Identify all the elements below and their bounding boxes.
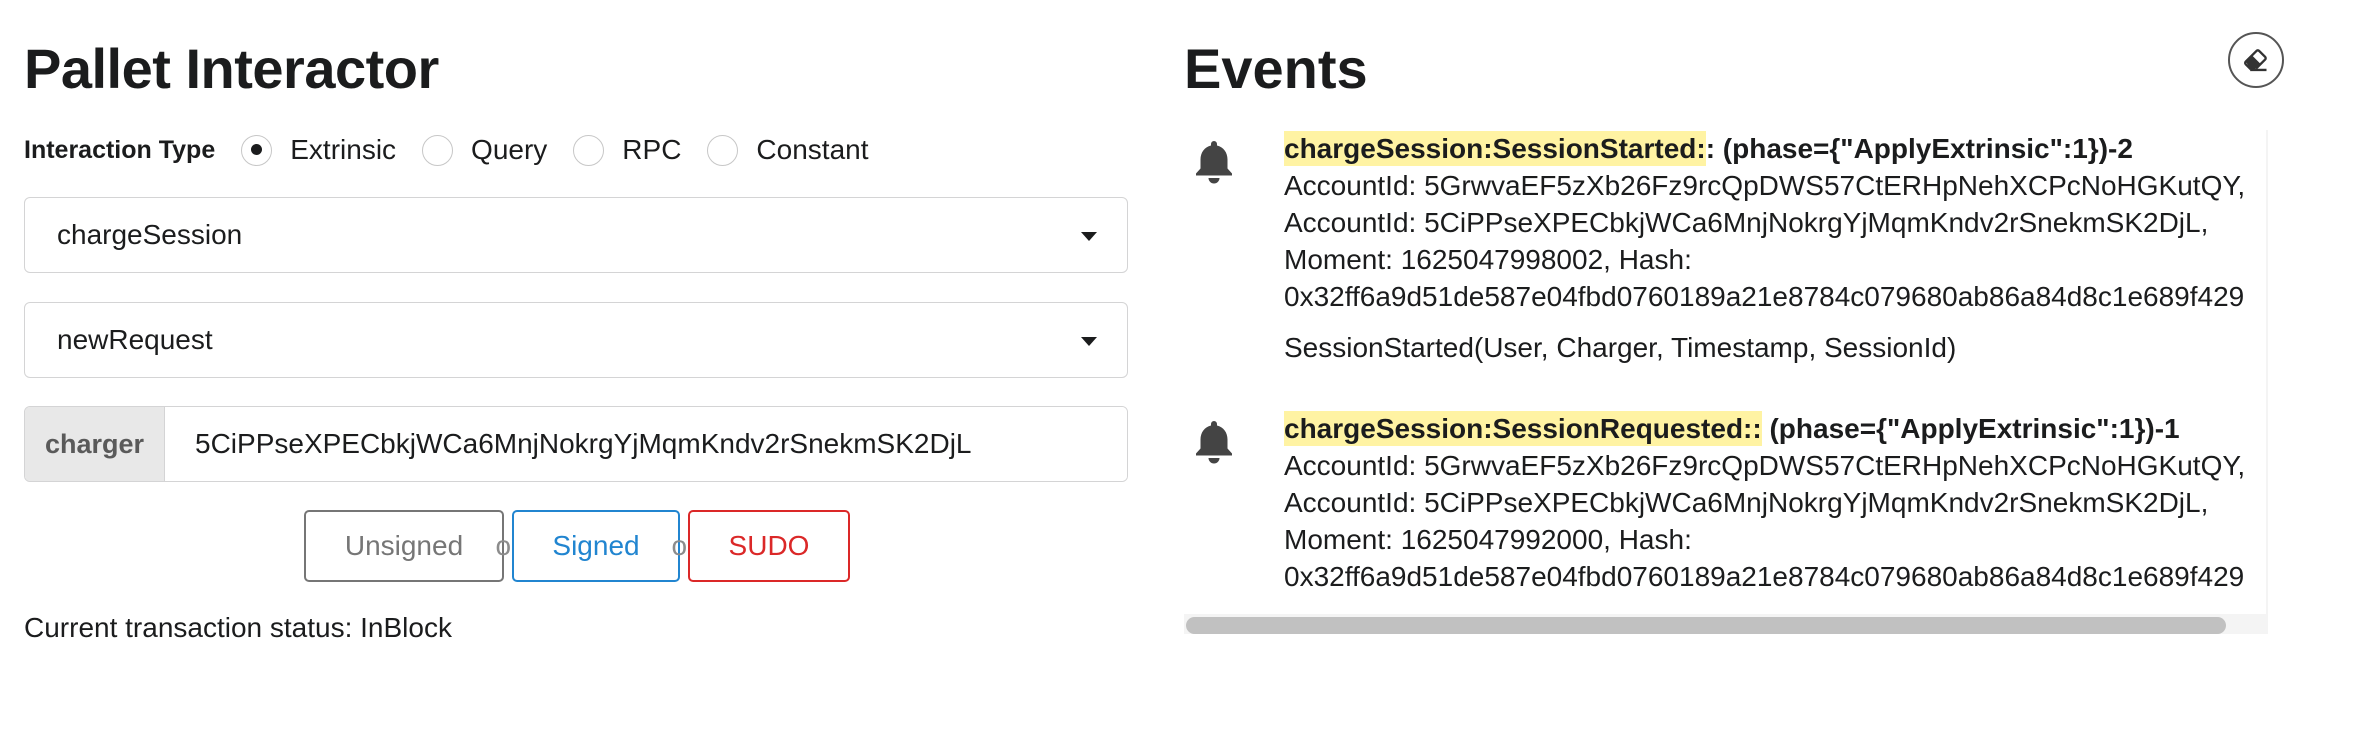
or-divider: or: [672, 530, 697, 562]
charger-param-label: charger: [25, 407, 165, 481]
interaction-type-group: Interaction Type Extrinsic Query RPC Con…: [24, 130, 895, 170]
unsigned-button[interactable]: Unsigned: [304, 510, 504, 582]
callable-dropdown[interactable]: newRequest: [24, 302, 1128, 378]
radio-rpc[interactable]: RPC: [573, 134, 681, 166]
interaction-type-label: Interaction Type: [24, 135, 216, 164]
eraser-icon: [2244, 49, 2267, 72]
radio-extrinsic[interactable]: Extrinsic: [241, 134, 396, 166]
event-name: chargeSession:SessionStarted:: [1284, 131, 1706, 166]
transaction-status: Current transaction status: InBlock: [24, 612, 452, 643]
horizontal-scrollbar[interactable]: [1184, 614, 2266, 634]
radio-extrinsic-circle[interactable]: [241, 134, 273, 166]
horizontal-scrollbar-thumb[interactable]: [1186, 617, 2226, 634]
events-title: Events: [1184, 37, 1368, 100]
event-data-line: AccountId: 5CiPPseXPECbkjWCa6MnjNokrgYjM…: [1284, 207, 2209, 238]
radio-rpc-label[interactable]: RPC: [622, 134, 681, 166]
pallet-dropdown-value: chargeSession: [57, 219, 243, 250]
radio-query-circle[interactable]: [422, 134, 454, 166]
page-title: Pallet Interactor: [24, 37, 439, 100]
chevron-down-icon: [1081, 232, 1097, 241]
event-body: chargeSession:SessionStarted:: (phase={"…: [1284, 130, 2245, 366]
event-data-line: 0x32ff6a9d51de587e04fbd0760189a21e8784c0…: [1284, 561, 2245, 592]
clear-events-button[interactable]: [2228, 32, 2284, 88]
event-data-line: 0x32ff6a9d51de587e04fbd0760189a21e8784c0…: [1284, 281, 2245, 312]
radio-constant[interactable]: Constant: [707, 134, 869, 166]
chevron-down-icon: [1081, 337, 1097, 346]
event-header: chargeSession:SessionRequested:: (phase=…: [1284, 410, 2245, 447]
event-signature: SessionStarted(User, Charger, Timestamp,…: [1284, 332, 1957, 363]
radio-rpc-circle[interactable]: [573, 134, 605, 166]
charger-param: charger: [24, 406, 1128, 482]
radio-constant-circle[interactable]: [707, 134, 739, 166]
event-data-line: Moment: 1625047992000, Hash:: [1284, 524, 1692, 555]
event-phase: (phase={"ApplyExtrinsic":1})-1: [1761, 413, 2180, 444]
pallet-dropdown[interactable]: chargeSession: [24, 197, 1128, 273]
events-list: chargeSession:SessionStarted:: (phase={"…: [1184, 130, 2248, 618]
bell-icon: [1196, 421, 1232, 464]
bell-icon: [1196, 141, 1232, 184]
event-data-line: Moment: 1625047998002, Hash:: [1284, 244, 1692, 275]
events-feed[interactable]: chargeSession:SessionStarted:: (phase={"…: [1184, 130, 2268, 634]
radio-extrinsic-label[interactable]: Extrinsic: [290, 134, 396, 166]
event-body: chargeSession:SessionRequested:: (phase=…: [1284, 410, 2245, 595]
submit-button-group: Unsigned or Signed or SUDO: [304, 510, 850, 582]
event-data-line: AccountId: 5GrwvaEF5zXb26Fz9rcQpDWS57CtE…: [1284, 170, 2246, 201]
radio-query-label[interactable]: Query: [471, 134, 547, 166]
event-phase: : (phase={"ApplyExtrinsic":1})-2: [1705, 133, 2133, 164]
event-name: chargeSession:SessionRequested::: [1284, 411, 1762, 446]
sudo-button[interactable]: SUDO: [688, 510, 850, 582]
radio-query[interactable]: Query: [422, 134, 547, 166]
event-header: chargeSession:SessionStarted:: (phase={"…: [1284, 130, 2245, 167]
radio-constant-label[interactable]: Constant: [756, 134, 868, 166]
or-divider: or: [496, 530, 521, 562]
signed-button[interactable]: Signed: [512, 510, 680, 582]
callable-dropdown-value: newRequest: [57, 324, 213, 355]
event-data-line: AccountId: 5GrwvaEF5zXb26Fz9rcQpDWS57CtE…: [1284, 450, 2246, 481]
vertical-scrollbar[interactable]: [2266, 130, 2268, 634]
event-data-line: AccountId: 5CiPPseXPECbkjWCa6MnjNokrgYjM…: [1284, 487, 2209, 518]
charger-input[interactable]: [165, 407, 1127, 481]
